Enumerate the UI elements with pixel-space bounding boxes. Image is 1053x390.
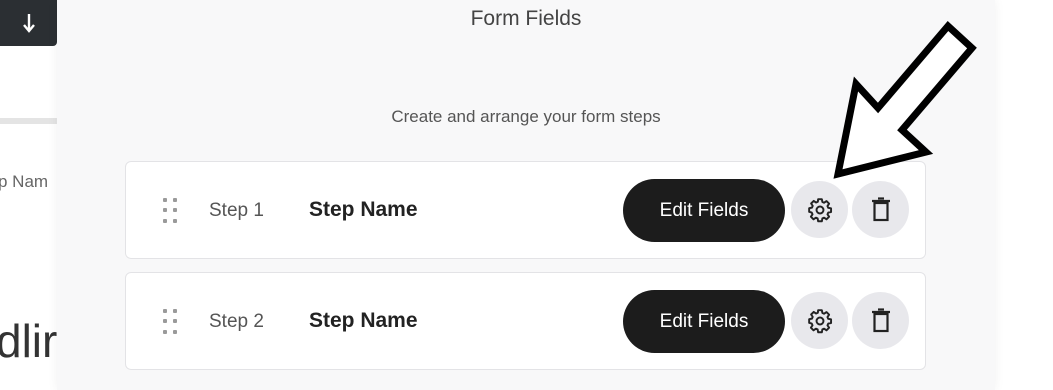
background-right-strip (995, 0, 1053, 390)
trash-icon (871, 307, 890, 332)
download-button[interactable] (0, 0, 57, 46)
step-settings-button[interactable] (791, 181, 848, 238)
step-number: Step 1 (209, 200, 264, 221)
gear-icon (807, 197, 832, 222)
step-number: Step 2 (209, 311, 264, 332)
step-settings-button[interactable] (791, 292, 848, 349)
step-name: Step Name (309, 198, 418, 221)
drag-handle-icon[interactable] (163, 198, 181, 224)
drag-handle-icon[interactable] (163, 309, 181, 335)
step-delete-button[interactable] (852, 181, 909, 238)
step-name: Step Name (309, 309, 418, 332)
annotation-arrow-icon (833, 20, 977, 179)
background-name-label: p Nam (0, 172, 49, 191)
edit-fields-button[interactable]: Edit Fields (623, 179, 785, 242)
step-card: Step 2 Step Name Edit Fields (125, 272, 926, 370)
step-card: Step 1 Step Name Edit Fields (125, 161, 926, 259)
background-divider (0, 118, 60, 124)
background-headline: dlir (0, 315, 58, 367)
edit-fields-button[interactable]: Edit Fields (623, 290, 785, 353)
trash-icon (871, 196, 890, 221)
gear-icon (807, 308, 832, 333)
download-arrow-icon (22, 14, 35, 33)
step-delete-button[interactable] (852, 292, 909, 349)
